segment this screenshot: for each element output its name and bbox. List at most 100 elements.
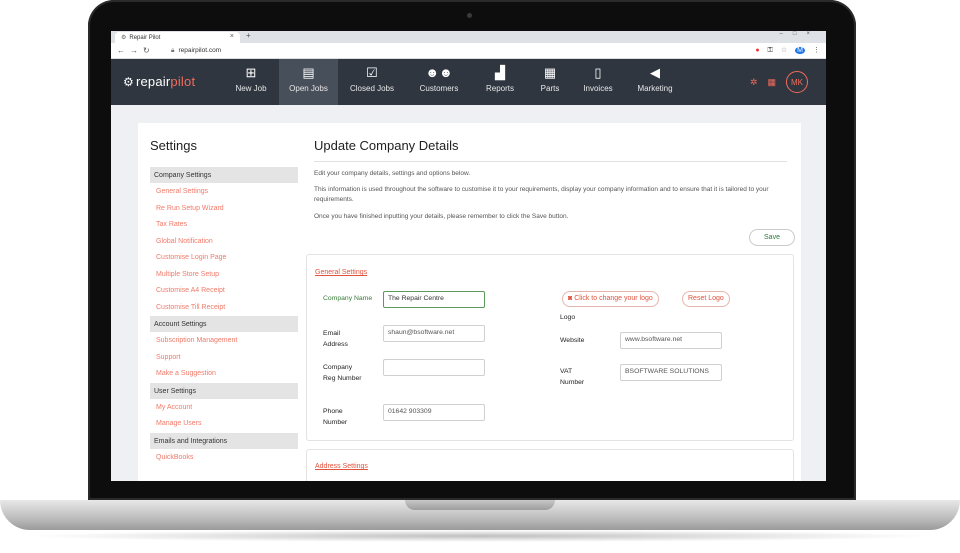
address-settings-section: Address Settings xyxy=(306,449,794,481)
sidebar-title: Settings xyxy=(150,138,197,153)
nav-closed-jobs[interactable]: ☑ Closed Jobs xyxy=(343,59,401,105)
chart-icon: ▟ xyxy=(495,65,505,80)
camera-icon: ◙ xyxy=(568,295,573,302)
nav-label: Invoices xyxy=(583,84,613,93)
sidebar-item-global-notification[interactable]: Global Notification xyxy=(150,234,298,251)
email-label: Email Address xyxy=(323,330,348,348)
page-title: Update Company Details xyxy=(314,138,459,153)
nav-label: New Job xyxy=(235,84,267,93)
nav-label: Open Jobs xyxy=(289,84,328,93)
nav-label: Marketing xyxy=(637,84,673,93)
nav-label: Closed Jobs xyxy=(349,84,395,93)
window-controls[interactable]: –□× xyxy=(780,31,820,37)
sidebar-item-a4-receipt[interactable]: Customise A4 Receipt xyxy=(150,283,298,300)
logo-text-pilot: pilot xyxy=(170,74,196,89)
sidebar-item-suggestion[interactable]: Make a Suggestion xyxy=(150,366,298,383)
company-reg-field[interactable] xyxy=(383,359,485,376)
sidebar-heading-emails: Emails and Integrations xyxy=(150,432,298,449)
new-tab-button[interactable]: + xyxy=(246,31,251,40)
cogs-icon[interactable]: ✲ xyxy=(750,77,758,88)
nav-reports[interactable]: ▟ Reports xyxy=(480,59,520,105)
general-settings-section: General Settings Company Name The Repair… xyxy=(306,254,794,441)
change-logo-label: Click to change your logo xyxy=(574,295,653,302)
email-field[interactable]: shaun@bsoftware.net xyxy=(383,325,485,342)
company-reg-label: Company Reg Number xyxy=(323,364,362,382)
company-name-label: Company Name xyxy=(323,295,373,302)
browser-tab-bar: ⚙ Repair Pilot × + –□× xyxy=(111,31,826,43)
logo-text-repair: repair xyxy=(135,74,171,89)
nav-marketing[interactable]: ◀ Marketing xyxy=(633,59,677,105)
lock-icon: 🔒︎ xyxy=(171,47,175,54)
nav-label: Parts xyxy=(540,84,560,93)
clipboard-icon: ▤ xyxy=(302,65,315,80)
intro-text-3: Once you have finished inputting your de… xyxy=(314,213,569,220)
sidebar-item-tax-rates[interactable]: Tax Rates xyxy=(150,217,298,234)
sidebar-item-till-receipt[interactable]: Customise Till Receipt xyxy=(150,300,298,317)
nav-label: Customers xyxy=(419,84,459,93)
nav-new-job[interactable]: ⊞ New Job xyxy=(228,59,274,105)
sidebar-heading-company: Company Settings xyxy=(150,167,298,183)
website-field[interactable]: www.bsoftware.net xyxy=(620,332,722,349)
browser-extensions: ● ⚿ ☆ M ⋮ xyxy=(747,46,820,55)
grid-icon[interactable]: ▦ xyxy=(767,77,776,88)
nav-customers[interactable]: ☻☻ Customers xyxy=(414,59,464,105)
website-label: Website xyxy=(560,337,585,344)
nav-parts[interactable]: ▦ Parts xyxy=(535,59,565,105)
sidebar-item-setup-wizard[interactable]: Re Run Setup Wizard xyxy=(150,201,298,218)
laptop-shadow xyxy=(20,530,940,542)
sidebar-item-support[interactable]: Support xyxy=(150,350,298,367)
webcam xyxy=(467,13,472,18)
change-logo-button[interactable]: ◙ Click to change your logo xyxy=(562,291,659,307)
users-icon: ☻☻ xyxy=(425,65,453,80)
nav-open-jobs[interactable]: ▤ Open Jobs xyxy=(279,59,338,105)
megaphone-icon: ◀ xyxy=(650,65,660,80)
sidebar-heading-account: Account Settings xyxy=(150,316,298,332)
address-bar: ←→↻ 🔒︎ repairpilot.com ● ⚿ ☆ M ⋮ xyxy=(111,43,826,59)
opera-icon[interactable]: ● xyxy=(755,47,759,54)
browser-nav-buttons[interactable]: ←→↻ xyxy=(117,46,155,55)
sidebar-item-general-settings[interactable]: General Settings xyxy=(150,184,298,201)
avatar[interactable]: MK xyxy=(786,71,808,93)
sidebar-item-quickbooks[interactable]: QuickBooks xyxy=(150,450,298,467)
profile-icon[interactable]: M xyxy=(795,47,805,54)
logo-label: Logo xyxy=(560,314,576,321)
nav-invoices[interactable]: ▯ Invoices xyxy=(580,59,616,105)
app-navbar: ⚙ repairpilot ⊞ New Job ▤ Open Jobs ☑ Closed… xyxy=(111,59,826,105)
key-icon[interactable]: ⚿ xyxy=(768,47,773,55)
tab-title: Repair Pilot xyxy=(129,35,161,41)
close-tab-icon[interactable]: × xyxy=(230,33,234,40)
company-name-field[interactable]: The Repair Centre xyxy=(383,291,485,308)
screen: ⚙ Repair Pilot × + –□× ←→↻ 🔒︎ repairpilot.… xyxy=(111,31,826,481)
laptop-notch xyxy=(405,500,555,510)
app-logo[interactable]: ⚙ repairpilot xyxy=(123,74,195,89)
sidebar-item-manage-users[interactable]: Manage Users xyxy=(150,416,298,433)
file-icon: ▯ xyxy=(594,65,602,80)
star-icon[interactable]: ☆ xyxy=(781,46,787,54)
boxes-icon: ▦ xyxy=(543,65,557,80)
general-settings-link[interactable]: General Settings xyxy=(315,269,367,276)
title-divider xyxy=(314,161,787,162)
phone-field[interactable]: 01642 903309 xyxy=(383,404,485,421)
tab-favicon-icon: ⚙ xyxy=(121,35,127,41)
sidebar-item-subscription[interactable]: Subscription Management xyxy=(150,333,298,350)
vat-field[interactable]: BSOFTWARE SOLUTIONS xyxy=(620,364,722,381)
sidebar-item-my-account[interactable]: My Account xyxy=(150,400,298,417)
url-field[interactable]: 🔒︎ repairpilot.com xyxy=(171,47,221,55)
intro-text-2: This information is used throughout the … xyxy=(314,186,769,203)
clipboard-check-icon: ☑ xyxy=(366,65,378,80)
sidebar-item-multiple-store[interactable]: Multiple Store Setup xyxy=(150,267,298,284)
settings-card: Settings Company Settings General Settin… xyxy=(138,123,801,481)
reset-logo-button[interactable]: Reset Logo xyxy=(682,291,730,307)
laptop-frame: ⚙ Repair Pilot × + –□× ←→↻ 🔒︎ repairpilot.… xyxy=(0,0,960,553)
phone-label: Phone Number xyxy=(323,408,348,426)
vat-label: VAT Number xyxy=(560,368,585,386)
intro-text-1: Edit your company details, settings and … xyxy=(314,170,471,177)
browser-tab[interactable]: ⚙ Repair Pilot × xyxy=(115,32,240,43)
navbar-right: ✲ ▦ MK xyxy=(750,71,808,93)
save-button[interactable]: Save xyxy=(749,229,795,246)
menu-icon[interactable]: ⋮ xyxy=(813,46,820,54)
sidebar-item-login-page[interactable]: Customise Login Page xyxy=(150,250,298,267)
logo-icon: ⚙ xyxy=(123,75,134,89)
plus-square-icon: ⊞ xyxy=(245,65,257,80)
address-settings-link[interactable]: Address Settings xyxy=(315,463,368,470)
